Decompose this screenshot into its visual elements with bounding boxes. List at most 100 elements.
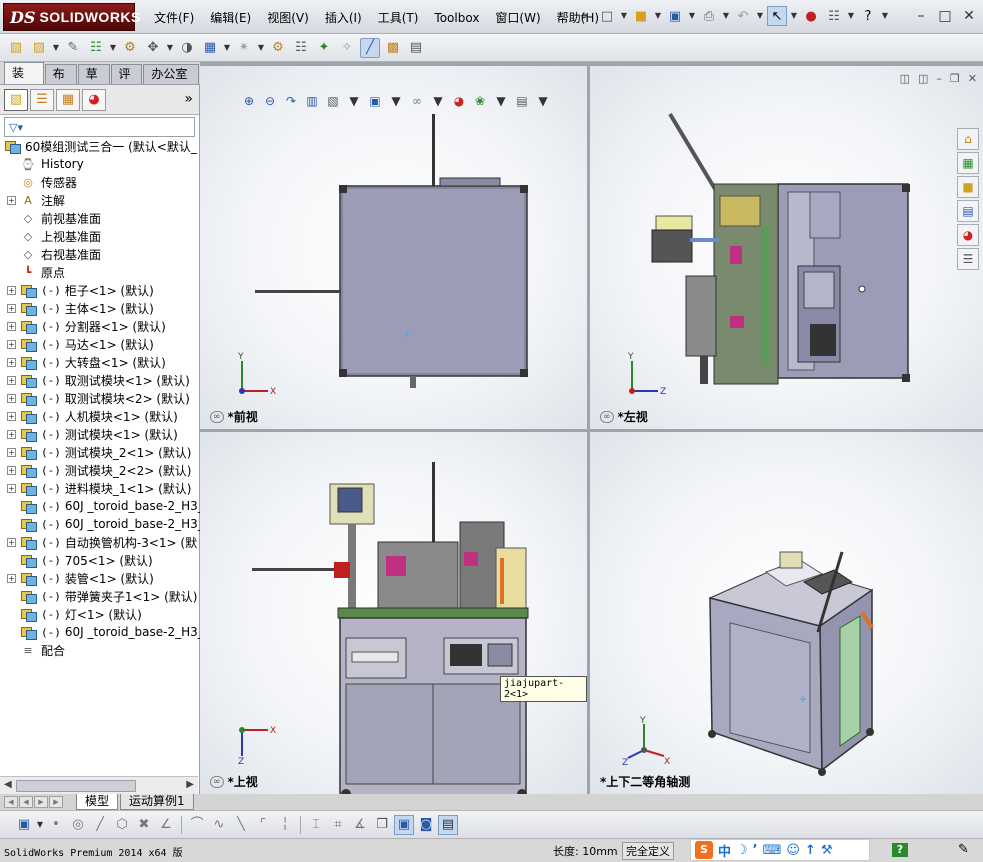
tree-item[interactable]: + (-) 测试模块_2<1> (默认): [0, 443, 200, 461]
tree-item[interactable]: + (-) 柜子<1> (默认): [0, 281, 200, 299]
expand-plus-icon[interactable]: +: [7, 357, 16, 367]
menu-toolbox[interactable]: Toolbox: [426, 9, 487, 27]
chevron-down-icon[interactable]: ▼: [109, 38, 117, 58]
new-motion-study-icon[interactable]: ⚙: [268, 38, 288, 58]
grid-icon[interactable]: ⌗: [328, 815, 348, 835]
file-explorer-icon[interactable]: ■: [957, 176, 979, 198]
tree-item[interactable]: (-) 60J _toroid_base-2_H3_: [0, 497, 200, 515]
property-manager-icon[interactable]: ☰: [30, 88, 54, 111]
tree-item[interactable]: + (-) 取测试模块<2> (默认): [0, 389, 200, 407]
link-views-icon[interactable]: ∞: [210, 410, 224, 423]
instant3d-icon[interactable]: ╱: [360, 37, 380, 58]
spline-icon[interactable]: ∿: [209, 815, 229, 835]
open-folder-icon[interactable]: ■: [631, 6, 651, 26]
expand-plus-icon[interactable]: +: [7, 483, 16, 493]
chevron-down-icon[interactable]: ▼: [166, 38, 174, 58]
menu-file[interactable]: 文件(F): [146, 9, 202, 27]
menu-window[interactable]: 窗口(W): [487, 9, 548, 27]
help-icon[interactable]: ?: [892, 843, 908, 857]
trim-icon[interactable]: ✖: [134, 815, 154, 835]
save-icon[interactable]: ▣: [665, 6, 685, 26]
tab-sketch[interactable]: 草图: [77, 64, 110, 99]
bill-of-materials-icon[interactable]: ☷: [291, 38, 311, 58]
menu-insert[interactable]: 插入(I): [317, 9, 370, 27]
expand-plus-icon[interactable]: +: [7, 573, 16, 583]
line-icon[interactable]: ╱: [90, 815, 110, 835]
expand-plus-icon[interactable]: +: [7, 447, 16, 457]
tree-item[interactable]: (-) 灯<1> (默认): [0, 605, 200, 623]
undo-icon[interactable]: ↶: [733, 6, 753, 26]
tab-evaluate[interactable]: 评估: [110, 64, 143, 99]
pin-icon[interactable]: ⌖: [574, 6, 594, 26]
link-views-icon[interactable]: ∞: [600, 410, 614, 423]
scrollbar-thumb[interactable]: [16, 780, 136, 792]
sogou-icon[interactable]: S: [695, 841, 713, 859]
tree-item[interactable]: + (-) 大转盘<1> (默认): [0, 353, 200, 371]
tree-item[interactable]: ┗ 原点: [0, 263, 200, 281]
tree-item[interactable]: + (-) 测试模块_2<2> (默认): [0, 461, 200, 479]
minimize-icon[interactable]: –: [913, 8, 929, 24]
explode-line-sketch-icon[interactable]: ✧: [337, 38, 357, 58]
home-icon[interactable]: ⌂: [957, 128, 979, 150]
prev-tab-icon[interactable]: ◀: [19, 796, 33, 808]
expand-plus-icon[interactable]: +: [7, 375, 16, 385]
tree-horizontal-scrollbar[interactable]: ◀ ▶: [0, 776, 198, 794]
punctuation-icon[interactable]: ’: [753, 843, 758, 858]
display-manager-icon[interactable]: ◕: [82, 88, 106, 111]
new-document-icon[interactable]: □: [597, 6, 617, 26]
expand-plus-icon[interactable]: +: [7, 285, 16, 295]
tree-item[interactable]: ◇ 右视基准面: [0, 245, 200, 263]
chevron-down-icon[interactable]: ▼: [223, 38, 231, 58]
tree-item[interactable]: + (-) 人机模块<1> (默认): [0, 407, 200, 425]
tree-item[interactable]: + (-) 主体<1> (默认): [0, 299, 200, 317]
circle-icon[interactable]: ◎: [68, 815, 88, 835]
tab-motion-study[interactable]: 运动算例1: [120, 794, 194, 810]
close-icon[interactable]: ✕: [961, 8, 977, 24]
table-view-icon[interactable]: ▤: [438, 814, 458, 835]
tree-item[interactable]: + (-) 分割器<1> (默认): [0, 317, 200, 335]
menu-tools[interactable]: 工具(T): [370, 9, 427, 27]
tree-item[interactable]: + A 注解: [0, 191, 200, 209]
tree-item[interactable]: (-) 60J _toroid_base-2_H3_: [0, 623, 200, 641]
corner-rectangle-icon[interactable]: ⌜: [253, 815, 273, 835]
chevron-down-icon[interactable]: ▼: [756, 6, 764, 26]
insert-component-icon[interactable]: ▧: [6, 38, 26, 58]
link-views-icon[interactable]: ∞: [210, 775, 224, 788]
view-palette-icon[interactable]: ▤: [957, 200, 979, 222]
expand-plus-icon[interactable]: +: [7, 411, 16, 421]
3d-box-icon[interactable]: ❐: [372, 815, 392, 835]
camera-icon[interactable]: ◙: [416, 815, 436, 835]
tree-item[interactable]: + (-) 自动换管机构-3<1> (默: [0, 533, 200, 551]
keyboard-icon[interactable]: ⌨: [763, 843, 782, 858]
reference-geometry-icon[interactable]: ✴: [234, 38, 254, 58]
viewport-left[interactable]: ◫ ◫ – ❐ ✕ Y Z ∞ *左视 ⌂ ▦ ■ ▤ ◕ ☰: [590, 66, 983, 429]
chevron-down-icon[interactable]: ▼: [790, 6, 798, 26]
mate-icon[interactable]: ✎: [63, 38, 83, 58]
show-hidden-icon[interactable]: ◑: [177, 38, 197, 58]
expand-tabs-icon[interactable]: »: [184, 91, 193, 107]
print-icon[interactable]: ⎙: [699, 6, 719, 26]
assembly-features-icon[interactable]: ▦: [200, 38, 220, 58]
move-component-icon[interactable]: ✥: [143, 38, 163, 58]
select-pointer-icon[interactable]: ↖: [767, 6, 787, 26]
first-tab-icon[interactable]: ◀: [4, 796, 18, 808]
polygon-icon[interactable]: ⬡: [112, 815, 132, 835]
maximize-icon[interactable]: □: [937, 8, 953, 24]
appearances-icon[interactable]: ◕: [957, 224, 979, 246]
new-part-icon[interactable]: ▨: [29, 38, 49, 58]
next-tab-icon[interactable]: ▶: [34, 796, 48, 808]
chevron-down-icon[interactable]: ▼: [36, 815, 44, 835]
exploded-view-icon[interactable]: ✦: [314, 38, 334, 58]
chevron-down-icon[interactable]: ▼: [688, 6, 696, 26]
chevron-down-icon[interactable]: ▼: [257, 38, 265, 58]
last-tab-icon[interactable]: ▶: [49, 796, 63, 808]
wrench-icon[interactable]: ⚒: [821, 843, 833, 858]
chevron-down-icon[interactable]: ▼: [52, 38, 60, 58]
tree-item[interactable]: (-) 705<1> (默认): [0, 551, 200, 569]
configuration-manager-icon[interactable]: ▦: [56, 88, 80, 111]
expand-plus-icon[interactable]: +: [7, 429, 16, 439]
shaded-view-icon[interactable]: ▣: [394, 814, 414, 835]
scroll-left-icon[interactable]: ◀: [4, 779, 12, 790]
tree-item[interactable]: (-) 带弹簧夹子1<1> (默认): [0, 587, 200, 605]
tab-assembly[interactable]: 装配体: [4, 62, 44, 120]
